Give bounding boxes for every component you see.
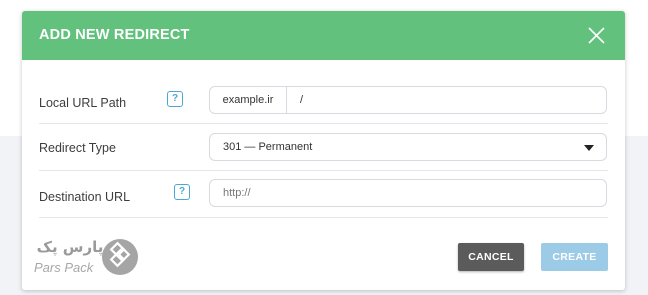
redirect-type-value: 301 — Permanent (223, 141, 313, 153)
local-url-field: example.ir / (209, 86, 607, 114)
cancel-button[interactable]: CANCEL (458, 243, 524, 271)
svg-text:پارس پک: پارس پک (37, 238, 104, 257)
close-icon[interactable] (588, 27, 605, 44)
destination-url-label: Destination URL (39, 190, 131, 204)
redirect-type-select[interactable]: 301 — Permanent (209, 133, 607, 161)
local-url-input[interactable]: / (300, 87, 590, 113)
parspack-logo-icon: پارس پک Pars Pack (34, 238, 138, 275)
caret-down-icon (584, 145, 594, 151)
create-button[interactable]: CREATE (541, 243, 608, 271)
destination-url-field: http:// (209, 179, 607, 207)
domain-prefix: example.ir (210, 87, 287, 113)
redirect-type-label: Redirect Type (39, 141, 116, 155)
redirect-type-row: Redirect Type 301 — Permanent (39, 124, 608, 171)
destination-url-row: Destination URL ? http:// (39, 171, 608, 218)
destination-url-input[interactable]: http:// (223, 180, 593, 206)
help-icon[interactable]: ? (174, 184, 190, 200)
local-url-label: Local URL Path (39, 96, 127, 110)
local-url-row: Local URL Path ? example.ir / (39, 75, 608, 124)
help-icon[interactable]: ? (167, 91, 183, 107)
modal-title: ADD NEW REDIRECT (39, 27, 190, 43)
svg-text:Pars Pack: Pars Pack (34, 260, 95, 275)
modal-header: ADD NEW REDIRECT (22, 11, 625, 60)
